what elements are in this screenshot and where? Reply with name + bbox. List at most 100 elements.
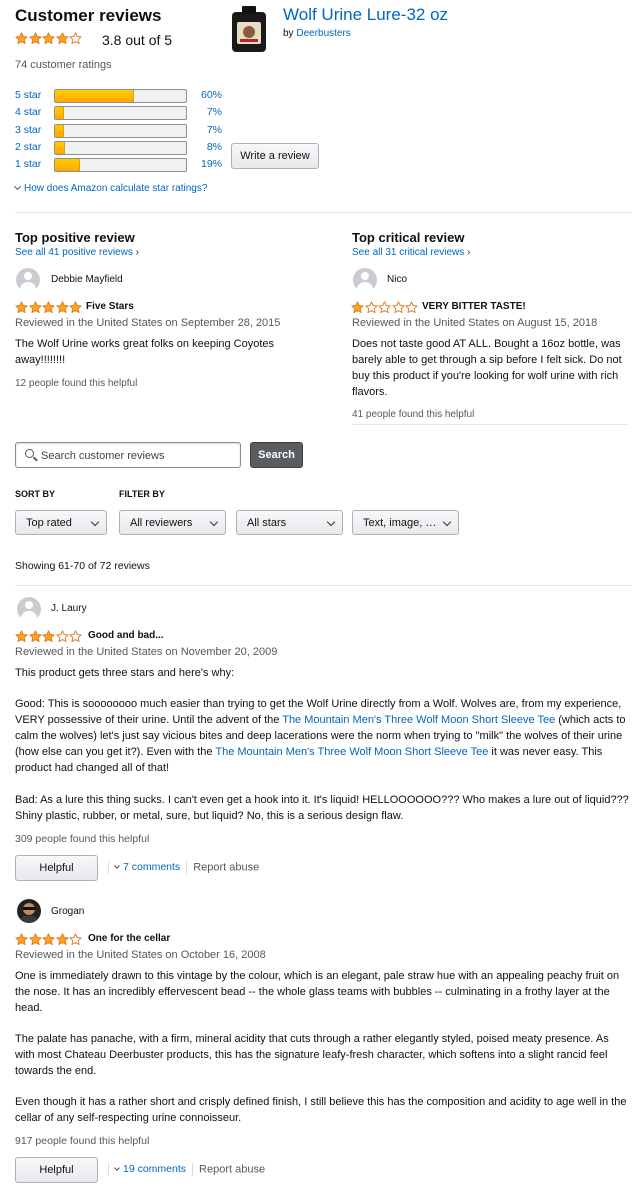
report-abuse-link[interactable]: Report abuse: [193, 861, 259, 873]
histogram-percent[interactable]: 60%: [192, 89, 222, 101]
star-icon: [69, 630, 82, 643]
write-review-button[interactable]: Write a review: [231, 143, 319, 169]
avatar: [17, 899, 41, 923]
review-date: Reviewed in the United States on Novembe…: [15, 646, 278, 658]
star-icon: [15, 32, 28, 45]
reviewer-name[interactable]: Nico: [387, 274, 407, 285]
helpful-count: 917 people found this helpful: [15, 1135, 150, 1147]
avatar: [353, 268, 377, 292]
separator: [192, 1163, 194, 1176]
reviewer-name[interactable]: J. Laury: [51, 603, 87, 614]
customer-reviews-title: Customer reviews: [15, 6, 162, 25]
separator: [108, 861, 109, 874]
review-title[interactable]: VERY BITTER TASTE!: [422, 301, 526, 312]
top-critical-heading: Top critical review: [352, 230, 465, 245]
review-stars[interactable]: [15, 630, 83, 643]
comments-link[interactable]: 19 comments: [114, 1163, 187, 1176]
helpful-count: 12 people found this helpful: [15, 378, 138, 389]
helpful-button[interactable]: Helpful: [15, 1157, 98, 1183]
helpful-button[interactable]: Helpful: [15, 855, 98, 881]
star-icon: [405, 301, 418, 314]
star-icon: [55, 32, 69, 45]
search-button[interactable]: Search: [250, 442, 303, 468]
sort-dropdown[interactable]: Top rated: [15, 510, 107, 535]
separator: [186, 861, 188, 874]
star-icon: [364, 301, 378, 314]
histogram-bar[interactable]: [54, 124, 187, 138]
review-title[interactable]: Good and bad...: [88, 630, 164, 641]
star-icon: [69, 301, 82, 314]
product-link[interactable]: The Mountain Men's Three Wolf Moon Short…: [215, 746, 488, 758]
chevron-down-icon: [114, 863, 120, 870]
histogram-bar[interactable]: [54, 158, 187, 172]
star-filter-dropdown[interactable]: All stars: [236, 510, 343, 535]
see-all-positive-link[interactable]: See all 41 positive reviews ›: [15, 247, 139, 258]
histogram-percent[interactable]: 7%: [192, 106, 222, 118]
report-abuse-link[interactable]: Report abuse: [199, 1163, 265, 1175]
chevron-down-icon: [114, 1165, 120, 1172]
reviewer-filter-value: All reviewers: [130, 517, 193, 529]
avatar: [17, 597, 41, 621]
comments-link[interactable]: 7 comments: [114, 861, 181, 874]
brand-link[interactable]: Deerbusters: [296, 28, 350, 39]
comments-label: 7 comments: [123, 861, 181, 874]
reviewer-filter-dropdown[interactable]: All reviewers: [119, 510, 226, 535]
helpful-count: 41 people found this helpful: [352, 409, 475, 420]
review-stars[interactable]: [15, 933, 83, 946]
showing-count: Showing 61-70 of 72 reviews: [15, 560, 150, 572]
review-stars[interactable]: [351, 301, 419, 314]
reviewer-name[interactable]: Grogan: [51, 906, 84, 917]
chevron-right-icon: ›: [467, 247, 471, 258]
divider: [352, 424, 628, 425]
histogram-star-label[interactable]: 5 star: [15, 89, 41, 101]
histogram-bar-fill: [55, 159, 80, 171]
histogram-bar[interactable]: [54, 106, 187, 120]
histogram-bar[interactable]: [54, 141, 187, 155]
sort-dropdown-value: Top rated: [26, 517, 72, 529]
review-paragraph: Good: This is soooooooo much easier than…: [15, 696, 630, 776]
star-icon: [28, 301, 42, 314]
histogram-bar[interactable]: [54, 89, 187, 103]
search-input[interactable]: Search customer reviews: [15, 442, 241, 468]
product-title-link[interactable]: Wolf Urine Lure-32 oz: [283, 5, 448, 25]
divider: [15, 212, 632, 213]
star-icon: [28, 630, 42, 643]
separator: [108, 1163, 109, 1176]
review-actions: 19 comments Report abuse: [108, 1163, 265, 1176]
review-title[interactable]: Five Stars: [86, 301, 134, 312]
histogram-star-label[interactable]: 1 star: [15, 158, 41, 170]
review-title[interactable]: One for the cellar: [88, 933, 170, 944]
how-calculated-link[interactable]: How does Amazon calculate star ratings?: [13, 182, 207, 194]
helpful-count: 309 people found this helpful: [15, 833, 150, 845]
review-paragraph: Even though it has a rather short and cr…: [15, 1096, 627, 1124]
brand-line: by Deerbusters: [283, 28, 351, 39]
product-image[interactable]: [228, 6, 270, 52]
see-all-critical-link[interactable]: See all 31 critical reviews ›: [352, 247, 470, 258]
star-icon: [378, 301, 391, 314]
top-positive-heading: Top positive review: [15, 230, 135, 245]
star-icon: [55, 301, 69, 314]
star-icon: [15, 301, 28, 314]
review-date: Reviewed in the United States on Septemb…: [15, 317, 281, 329]
histogram-star-label[interactable]: 3 star: [15, 124, 41, 136]
star-filter-value: All stars: [247, 517, 287, 529]
star-icon: [391, 301, 405, 314]
reviewer-name[interactable]: Debbie Mayfield: [51, 274, 123, 285]
star-icon: [42, 32, 55, 45]
histogram-percent[interactable]: 19%: [192, 158, 222, 170]
format-filter-dropdown[interactable]: Text, image, …: [352, 510, 459, 535]
histogram-percent[interactable]: 7%: [192, 124, 222, 136]
review-actions: 7 comments Report abuse: [108, 861, 259, 874]
histogram-percent[interactable]: 8%: [192, 141, 222, 153]
histogram-bar-fill: [55, 107, 65, 119]
review-paragraph: One is immediately drawn to this vintage…: [15, 970, 620, 1014]
review-stars[interactable]: [15, 301, 83, 314]
comments-label: 19 comments: [123, 1163, 187, 1176]
overall-rating-stars: [15, 32, 83, 45]
histogram-star-label[interactable]: 4 star: [15, 106, 41, 118]
see-all-positive-label: See all 41 positive reviews: [15, 247, 133, 258]
product-link[interactable]: The Mountain Men's Three Wolf Moon Short…: [282, 714, 555, 726]
histogram-star-label[interactable]: 2 star: [15, 141, 41, 153]
ratings-count: 74 customer ratings: [15, 59, 112, 71]
star-icon: [55, 933, 69, 946]
